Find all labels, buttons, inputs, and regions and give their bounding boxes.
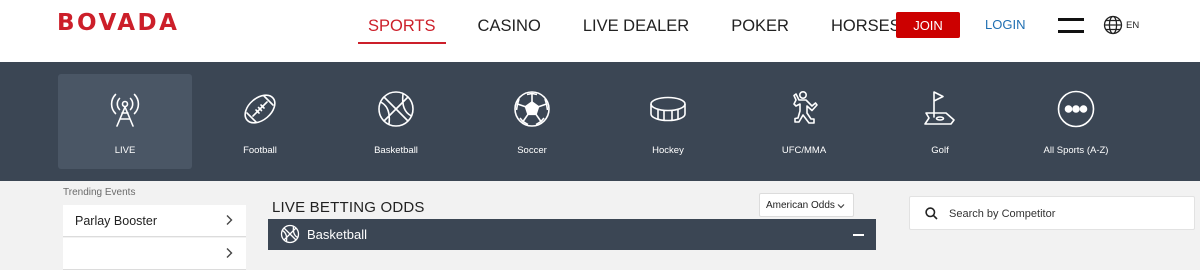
soccer-ball-icon — [514, 91, 550, 127]
more-dots-icon — [1057, 90, 1095, 128]
live-antenna-icon — [110, 93, 140, 127]
search-icon — [925, 207, 938, 220]
sport-label-hockey: Hockey — [652, 145, 684, 156]
bovada-logo[interactable]: BOVADA — [57, 10, 179, 36]
nav-poker[interactable]: POKER — [721, 15, 799, 44]
sport-tile-football[interactable]: Football — [193, 74, 327, 169]
sport-label-football: Football — [243, 145, 277, 156]
chevron-right-icon — [226, 215, 233, 225]
sport-label-all-sports: All Sports (A-Z) — [1043, 145, 1109, 156]
odds-format-value: American Odds — [766, 200, 835, 211]
odds-format-select[interactable]: American Odds — [759, 193, 854, 217]
golf-flag-icon — [924, 91, 955, 125]
sport-tile-hockey[interactable]: Hockey — [601, 74, 735, 169]
nav-live-dealer[interactable]: LIVE DEALER — [573, 15, 699, 44]
hockey-puck-icon — [650, 96, 686, 122]
hamburger-icon[interactable] — [1058, 16, 1086, 34]
trending-events-heading: Trending Events — [63, 187, 136, 198]
nav-sports[interactable]: SPORTS — [358, 15, 446, 44]
sport-tile-basketball[interactable]: Basketball — [329, 74, 463, 169]
sports-bar: LIVE Football Basketball Soccer Hockey U… — [0, 62, 1200, 181]
sport-tile-golf[interactable]: Golf — [873, 74, 1007, 169]
chevron-right-icon — [226, 248, 233, 258]
search-placeholder: Search by Competitor — [949, 208, 1056, 220]
globe-icon — [1103, 15, 1123, 35]
sport-label-soccer: Soccer — [517, 145, 547, 156]
join-button[interactable]: JOIN — [896, 12, 960, 38]
fighter-icon — [793, 90, 818, 124]
sport-tile-live[interactable]: LIVE — [58, 74, 192, 169]
main-nav: SPORTS CASINO LIVE DEALER POKER HORSES — [358, 15, 933, 44]
chevron-down-icon — [837, 204, 845, 209]
trending-item-parlay-booster[interactable]: Parlay Booster — [63, 205, 246, 237]
basketball-section-header[interactable]: Basketball — [268, 219, 876, 250]
sport-tile-soccer[interactable]: Soccer — [465, 74, 599, 169]
sport-tile-all-sports[interactable]: All Sports (A-Z) — [1009, 74, 1143, 169]
sport-label-golf: Golf — [931, 145, 949, 156]
section-label: Basketball — [307, 227, 367, 242]
basketball-icon — [280, 224, 300, 244]
sport-label-ufc-mma: UFC/MMA — [781, 145, 827, 156]
top-header: BOVADA SPORTS CASINO LIVE DEALER POKER H… — [0, 0, 1200, 62]
competitor-search-input[interactable]: Search by Competitor — [909, 196, 1195, 230]
sport-label-live: LIVE — [114, 145, 136, 156]
collapse-icon[interactable] — [853, 234, 864, 236]
page-title: LIVE BETTING ODDS — [272, 199, 425, 216]
language-selector[interactable]: EN — [1103, 15, 1139, 35]
language-label: EN — [1126, 19, 1140, 31]
sport-tile-ufc-mma[interactable]: UFC/MMA — [737, 74, 871, 169]
football-icon — [244, 94, 276, 124]
basketball-icon — [378, 91, 414, 127]
trending-item[interactable] — [63, 238, 246, 270]
trending-item-label: Parlay Booster — [75, 214, 157, 228]
sport-label-basketball: Basketball — [374, 145, 418, 156]
login-link[interactable]: LOGIN — [985, 17, 1025, 32]
nav-casino[interactable]: CASINO — [468, 15, 551, 44]
